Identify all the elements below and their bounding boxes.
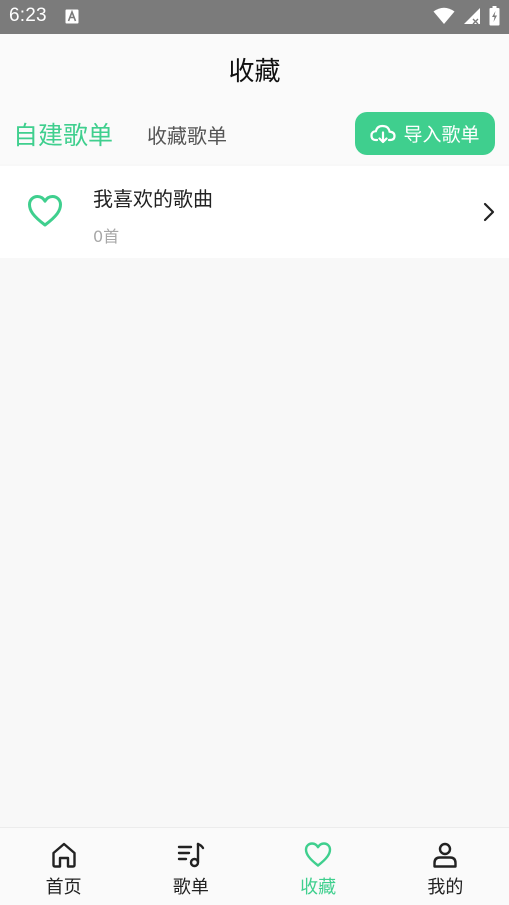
cloud-download-icon bbox=[370, 124, 397, 143]
status-time: 6:23 bbox=[9, 5, 47, 26]
bottom-nav: 首页 歌单 收藏 我的 bbox=[0, 827, 509, 905]
heart-icon bbox=[304, 842, 332, 867]
tab-self-built-playlists[interactable]: 自建歌单 bbox=[13, 116, 113, 152]
tabs-row: 自建歌单 收藏歌单 导入歌单 bbox=[0, 104, 509, 164]
nav-favorites[interactable]: 收藏 bbox=[255, 828, 382, 905]
home-icon bbox=[51, 842, 76, 868]
nav-home[interactable]: 首页 bbox=[0, 828, 127, 905]
header: 收藏 bbox=[0, 34, 509, 104]
import-playlist-button[interactable]: 导入歌单 bbox=[355, 112, 495, 155]
wifi-icon bbox=[433, 7, 455, 24]
playlist-item[interactable]: 我喜欢的歌曲 0首 bbox=[0, 166, 509, 258]
nav-mine-label: 我的 bbox=[427, 877, 464, 898]
nav-favorites-label: 收藏 bbox=[300, 877, 337, 898]
battery-icon bbox=[489, 6, 500, 26]
playlist-song-count: 0首 bbox=[93, 227, 120, 246]
a-icon bbox=[65, 9, 79, 24]
nav-playlists[interactable]: 歌单 bbox=[127, 828, 254, 905]
user-icon bbox=[433, 842, 458, 868]
status-icons bbox=[433, 6, 500, 26]
music-list-icon bbox=[177, 842, 205, 868]
page-title: 收藏 bbox=[228, 57, 281, 87]
nav-home-label: 首页 bbox=[45, 877, 82, 898]
import-playlist-label: 导入歌单 bbox=[403, 124, 480, 146]
signal-icon bbox=[464, 8, 480, 25]
heart-icon bbox=[28, 195, 62, 227]
status-bar: 6:23 bbox=[0, 0, 509, 34]
tab-collected-playlists[interactable]: 收藏歌单 bbox=[147, 120, 227, 149]
chevron-right-icon bbox=[483, 202, 495, 222]
nav-mine[interactable]: 我的 bbox=[382, 828, 509, 905]
nav-playlists-label: 歌单 bbox=[172, 877, 209, 898]
playlist-name: 我喜欢的歌曲 bbox=[93, 187, 213, 211]
